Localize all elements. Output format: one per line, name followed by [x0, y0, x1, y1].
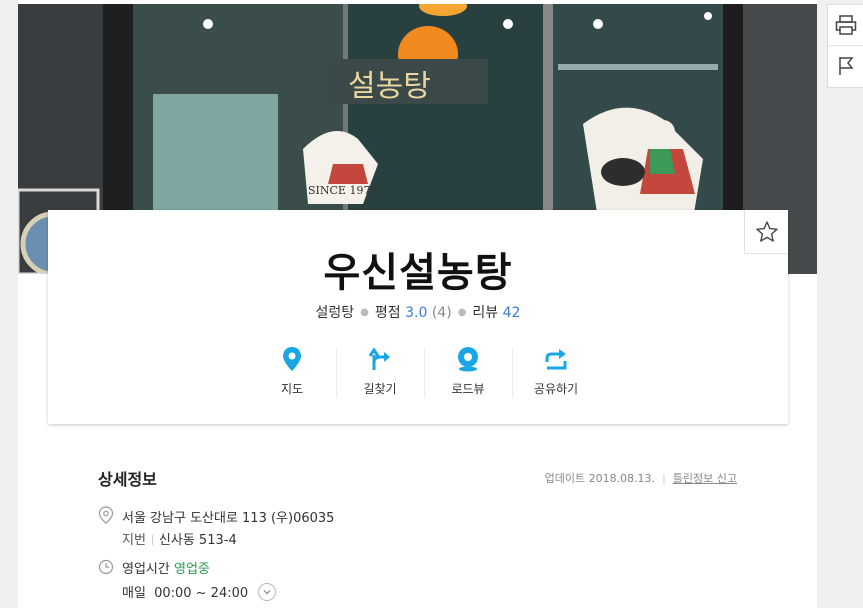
- open-status: 영업중: [173, 562, 210, 577]
- lot-address: 지번 신사동 513-4: [122, 529, 237, 548]
- update-date: 업데이트 2018.08.13.: [544, 472, 656, 485]
- hours-expand-button[interactable]: [258, 583, 277, 601]
- map-pin-icon: [283, 347, 301, 371]
- place-title: 우신설농탕: [323, 250, 513, 296]
- place-meta: 설렁탕 ● 평점 3.0 (4) ● 리뷰 42: [48, 302, 788, 322]
- roadview-icon: [458, 347, 478, 372]
- update-info: 업데이트 2018.08.13. | 틀린정보 신고: [545, 470, 737, 486]
- hours-day: 매일: [122, 586, 146, 601]
- store-sign: 설농탕: [348, 69, 431, 104]
- hours-label: 영업시간: [122, 562, 170, 577]
- divider: |: [662, 472, 666, 485]
- lot-value: 신사동 513-4: [158, 533, 237, 548]
- meta-dot: ●: [360, 307, 369, 318]
- roadview-button[interactable]: 로드뷰: [424, 344, 512, 400]
- share-icon: [545, 349, 567, 370]
- favorite-button[interactable]: [744, 210, 788, 254]
- hours-header: 영업시간 영업중: [122, 558, 210, 577]
- action-bar: 지도 길찾기 로드뷰 공유하기: [248, 344, 600, 400]
- share-button-label: 공유하기: [533, 382, 579, 396]
- review-count[interactable]: 42: [503, 305, 521, 321]
- directions-button-label: 길찾기: [363, 382, 397, 396]
- clock-icon: [98, 559, 114, 575]
- share-button[interactable]: 공유하기: [512, 344, 600, 400]
- flag-icon: [839, 57, 854, 75]
- hours-time: 00:00 ~ 24:00: [154, 586, 249, 601]
- category-label: 설렁탕: [315, 305, 355, 321]
- hours-row: 매일 00:00 ~ 24:00: [122, 582, 277, 601]
- detail-section-title: 상세정보: [98, 470, 157, 489]
- rating-count: (4): [431, 305, 452, 321]
- meta-dot: ●: [457, 307, 467, 318]
- directions-button[interactable]: 길찾기: [336, 344, 424, 400]
- rating-label: 평점: [374, 305, 401, 321]
- location-pin-outline-icon: [98, 506, 114, 524]
- directions-icon: [369, 347, 390, 370]
- print-icon: [835, 15, 857, 35]
- map-button[interactable]: 지도: [248, 344, 336, 400]
- roadview-button-label: 로드뷰: [451, 382, 485, 396]
- since-sticker: SINCE 1979: [308, 184, 377, 197]
- report-wrong-info-link[interactable]: 틀린정보 신고: [673, 472, 737, 485]
- lot-label: 지번: [122, 533, 146, 548]
- address-text: 서울 강남구 도산대로 113 (우)06035: [122, 511, 335, 526]
- rating-value[interactable]: 3.0: [405, 305, 427, 321]
- print-button[interactable]: [828, 5, 863, 45]
- divider: [151, 535, 153, 545]
- report-flag-button[interactable]: [828, 45, 863, 86]
- star-icon: [755, 220, 778, 242]
- map-button-label: 지도: [280, 382, 304, 396]
- review-label: 리뷰: [472, 305, 499, 321]
- chevron-down-icon: [263, 590, 271, 595]
- place-info-card: 우신설농탕 설렁탕 ● 평점 3.0 (4) ● 리뷰 42 지도 길찾기 로드…: [48, 210, 788, 424]
- side-toolbar: [827, 4, 863, 88]
